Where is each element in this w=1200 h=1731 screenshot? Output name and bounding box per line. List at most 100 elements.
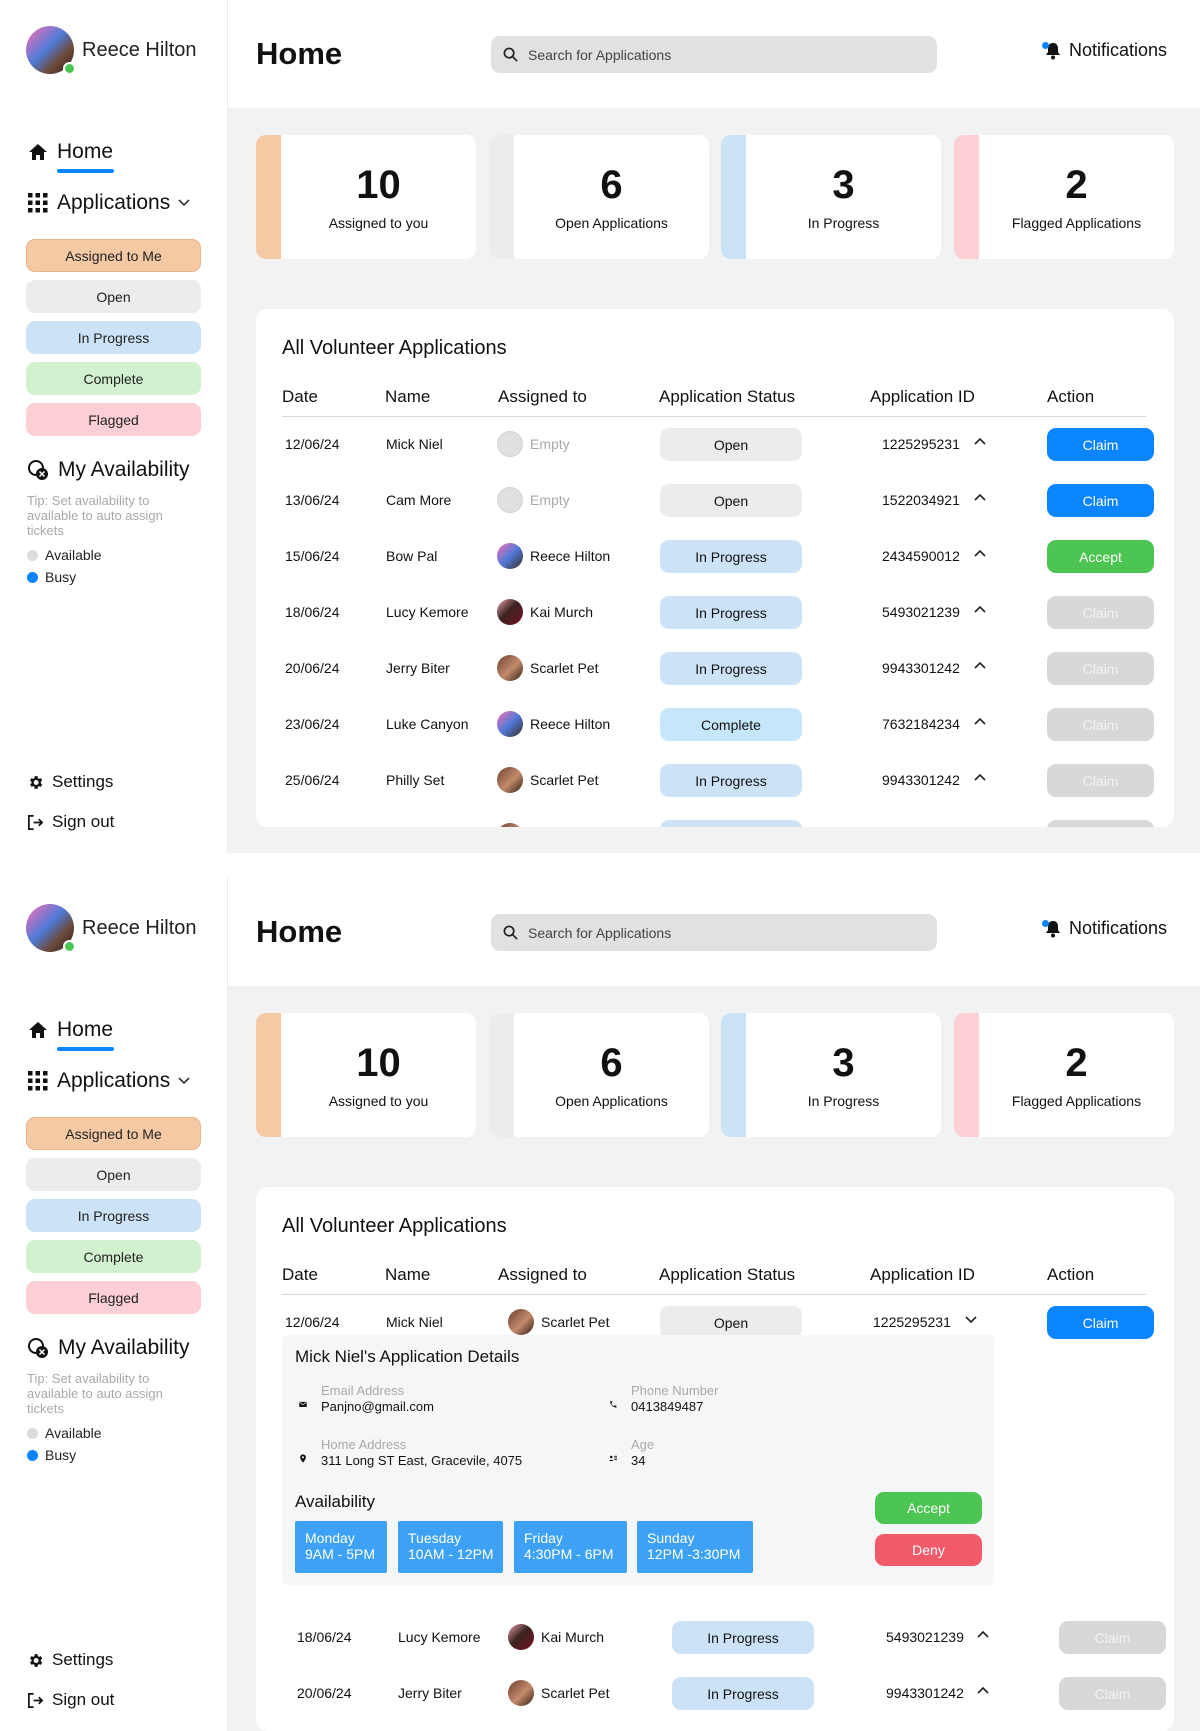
chevron-up-icon[interactable] <box>974 770 986 784</box>
availability-option-label: Available <box>45 547 102 563</box>
column-header-status: Application Status <box>659 387 796 406</box>
sign-out-icon <box>28 1692 44 1708</box>
panel-title: All Volunteer Applications <box>282 337 507 359</box>
row-name: Bow Pal <box>386 548 438 564</box>
stat-card-flagged[interactable]: 2 Flagged Applications <box>954 1013 1174 1137</box>
status-badge: Open <box>660 484 802 517</box>
filter-complete[interactable]: Complete <box>26 1240 201 1273</box>
availability-option-busy[interactable]: Busy <box>27 1447 76 1463</box>
table-row[interactable]: 20/06/24 Jerry Biter Scarlet Pet In Prog… <box>256 1676 1174 1712</box>
nav-applications[interactable]: Applications <box>28 191 190 215</box>
notifications-button[interactable]: Notifications <box>1042 40 1167 61</box>
assignee-name: Empty <box>530 492 570 508</box>
field-label: Phone Number <box>631 1383 719 1398</box>
availability-day: Monday 9AM - 5PM <box>295 1521 387 1573</box>
radio-busy[interactable] <box>27 571 38 583</box>
table-row[interactable]: 25/06/24 Philly Set Scarlet Pet In Progr… <box>256 763 1174 799</box>
sign-out-link[interactable]: Sign out <box>27 812 114 832</box>
availability-subtitle: Availability <box>295 1492 376 1511</box>
stat-card-in-progress[interactable]: 3 In Progress <box>721 1013 941 1137</box>
header-divider <box>282 1294 1146 1295</box>
availability-option-available[interactable]: Available <box>27 547 102 563</box>
radio-available[interactable] <box>27 1427 38 1439</box>
table-row[interactable]: 18/06/24 Lucy Kemore Kai Murch In Progre… <box>256 595 1174 631</box>
sign-out-link[interactable]: Sign out <box>27 1690 114 1710</box>
settings-link[interactable]: Settings <box>27 772 113 792</box>
status-badge: In Progress <box>660 596 802 629</box>
availability-option-available[interactable]: Available <box>27 1425 102 1441</box>
stat-card-assigned[interactable]: 10 Assigned to you <box>256 1013 476 1137</box>
claim-button[interactable]: Claim <box>1047 428 1154 461</box>
sign-out-icon <box>28 814 44 830</box>
stat-card-flagged[interactable]: 2 Flagged Applications <box>954 135 1174 259</box>
stat-label: Open Applications <box>555 1093 668 1109</box>
claim-button[interactable]: Claim <box>1047 1306 1154 1339</box>
search-bar[interactable] <box>491 36 937 73</box>
chevron-up-icon[interactable] <box>977 1627 989 1641</box>
chevron-up-icon[interactable] <box>977 1683 989 1697</box>
status-badge <box>660 820 802 827</box>
claim-button[interactable]: Claim <box>1047 484 1154 517</box>
chevron-down-icon[interactable] <box>965 1312 977 1326</box>
row-assignee: Scarlet Pet <box>497 767 598 793</box>
top-bar: Home Notifications <box>228 878 1200 986</box>
chevron-up-icon[interactable] <box>974 714 986 728</box>
row-application-id: 5493021239 <box>882 604 960 620</box>
accept-button[interactable]: Accept <box>875 1492 982 1524</box>
filter-assigned-to-me[interactable]: Assigned to Me <box>26 1117 201 1150</box>
accept-button[interactable]: Accept <box>1047 540 1154 573</box>
settings-link[interactable]: Settings <box>27 1650 113 1670</box>
chevron-up-icon[interactable] <box>974 434 986 448</box>
search-input[interactable] <box>528 924 908 941</box>
table-row[interactable]: 15/06/24 Bow Pal Reece Hilton In Progres… <box>256 539 1174 575</box>
avatar <box>497 823 523 827</box>
stat-label: Assigned to you <box>328 1093 429 1109</box>
day-name: Tuesday <box>408 1530 462 1546</box>
assignee-name: Scarlet Pet <box>530 772 599 788</box>
filter-assigned-to-me[interactable]: Assigned to Me <box>26 239 201 272</box>
applications-panel: All Volunteer Applications Date Name Ass… <box>256 1187 1174 1731</box>
chevron-up-icon[interactable] <box>974 658 986 672</box>
stat-card-open[interactable]: 6 Open Applications <box>489 1013 709 1137</box>
avatar <box>497 431 523 457</box>
row-date: 20/06/24 <box>297 1685 352 1701</box>
table-row[interactable]: 12/06/24 Mick Niel Empty Open 1225295231… <box>256 427 1174 463</box>
chevron-down-icon[interactable] <box>178 199 190 207</box>
filter-open[interactable]: Open <box>26 280 201 313</box>
table-row[interactable]: 23/06/24 Luke Canyon Reece Hilton Comple… <box>256 707 1174 743</box>
table-row[interactable]: 13/06/24 Cam More Empty Open 1522034921 … <box>256 483 1174 519</box>
availability-heading: My Availability <box>27 1336 190 1360</box>
deny-button[interactable]: Deny <box>875 1534 982 1566</box>
stat-card-in-progress[interactable]: 3 In Progress <box>721 135 941 259</box>
search-bar[interactable] <box>491 914 937 951</box>
chevron-up-icon[interactable] <box>974 602 986 616</box>
field-value: 0413849487 <box>631 1399 704 1414</box>
nav-home[interactable]: Home <box>28 140 114 173</box>
stat-card-assigned[interactable]: 10 Assigned to you <box>256 135 476 259</box>
chevron-up-icon[interactable] <box>974 490 986 504</box>
search-input[interactable] <box>528 46 908 63</box>
chevron-up-icon[interactable] <box>974 546 986 560</box>
radio-available[interactable] <box>27 549 38 561</box>
filter-flagged[interactable]: Flagged <box>26 1281 201 1314</box>
claim-button-disabled: Claim <box>1047 596 1154 629</box>
table-row[interactable]: 18/06/24 Lucy Kemore Kai Murch In Progre… <box>256 1620 1174 1656</box>
filter-in-progress[interactable]: In Progress <box>26 321 201 354</box>
table-row[interactable]: 20/06/24 Jerry Biter Scarlet Pet In Prog… <box>256 651 1174 687</box>
user-profile[interactable]: Reece Hilton <box>26 904 197 953</box>
nav-home[interactable]: Home <box>28 1018 114 1051</box>
filter-flagged[interactable]: Flagged <box>26 403 201 436</box>
day-time: 12PM -3:30PM <box>647 1546 741 1562</box>
availability-option-busy[interactable]: Busy <box>27 569 76 585</box>
chevron-down-icon[interactable] <box>178 1077 190 1085</box>
radio-busy[interactable] <box>27 1449 38 1461</box>
nav-applications[interactable]: Applications <box>28 1069 190 1093</box>
notifications-button[interactable]: Notifications <box>1042 918 1167 939</box>
avatar <box>508 1624 534 1650</box>
filter-complete[interactable]: Complete <box>26 362 201 395</box>
stat-card-open[interactable]: 6 Open Applications <box>489 135 709 259</box>
filter-in-progress[interactable]: In Progress <box>26 1199 201 1232</box>
column-header-application-id: Application ID <box>870 387 975 406</box>
user-profile[interactable]: Reece Hilton <box>26 26 197 75</box>
filter-open[interactable]: Open <box>26 1158 201 1191</box>
